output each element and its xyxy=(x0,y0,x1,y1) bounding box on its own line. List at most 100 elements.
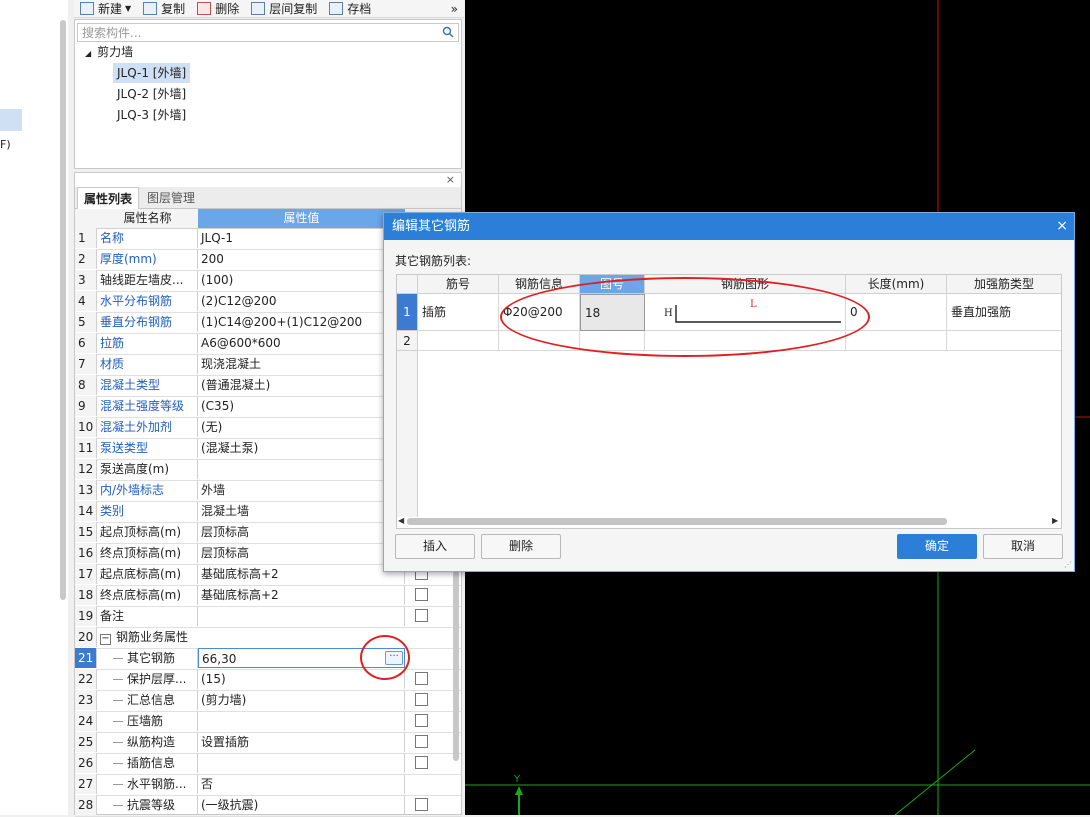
property-value[interactable]: (剪力墙) xyxy=(198,690,405,710)
cell-length[interactable] xyxy=(846,331,947,351)
scroll-right-arrow-icon[interactable]: ▶ xyxy=(1052,516,1058,525)
cancel-button[interactable]: 取消 xyxy=(983,534,1063,559)
collapse-triangle-icon[interactable]: ◢ xyxy=(85,49,91,58)
chevron-down-icon: ▼ xyxy=(125,4,132,13)
property-value[interactable]: (一级抗震) xyxy=(198,795,405,815)
property-value[interactable]: 现浇混凝土 xyxy=(198,354,405,374)
new-label: 新建 xyxy=(98,2,123,16)
property-name: 拉筋 xyxy=(97,333,198,353)
component-search-input[interactable] xyxy=(78,24,426,41)
properties-scrollbar[interactable] xyxy=(453,571,459,761)
tree-item-jlq-3[interactable]: JLQ-3 [外墙] xyxy=(113,105,190,125)
attach-checkbox[interactable] xyxy=(415,714,428,727)
attach-checkbox[interactable] xyxy=(415,672,428,685)
grid-horizontal-scrollbar[interactable] xyxy=(407,518,947,525)
property-name-text: 其它钢筋 xyxy=(127,651,176,665)
col-header-bar-no[interactable]: 筋号 xyxy=(418,275,499,294)
row-number: 21 xyxy=(75,648,97,668)
delete-button[interactable]: 删除 xyxy=(197,0,239,17)
save-button[interactable]: 存档 xyxy=(329,0,371,17)
cell-bar-no[interactable]: 插筋 xyxy=(418,294,499,331)
property-row[interactable]: 18 终点底标高(m) 基础底标高+2 xyxy=(75,585,461,607)
scroll-left-arrow-icon[interactable]: ◀ xyxy=(398,516,404,525)
attach-checkbox[interactable] xyxy=(415,756,428,769)
attach-checkbox[interactable] xyxy=(415,588,428,601)
property-row[interactable]: 28 抗震等级 (一级抗震) xyxy=(75,795,461,817)
row-number: 24 xyxy=(75,711,97,731)
tab-layer-management[interactable]: 图层管理 xyxy=(141,187,201,209)
copy-icon xyxy=(143,2,158,15)
property-value[interactable]: (普通混凝土) xyxy=(198,375,405,395)
property-value[interactable] xyxy=(198,711,405,731)
collapse-minus-icon[interactable]: − xyxy=(100,634,111,645)
cell-reinforcement-type[interactable] xyxy=(947,331,1061,351)
property-name: 名称 xyxy=(97,228,198,248)
property-row[interactable]: 27 水平钢筋... 否 xyxy=(75,774,461,796)
property-row[interactable]: 23 汇总信息 (剪力墙) xyxy=(75,690,461,712)
property-row[interactable]: 25 纵筋构造 设置插筋 xyxy=(75,732,461,754)
col-header-length[interactable]: 长度(mm) xyxy=(846,275,947,294)
property-value[interactable] xyxy=(198,606,405,626)
left-panel-scrollbar[interactable] xyxy=(60,20,66,600)
row-number: 3 xyxy=(75,270,97,290)
new-button[interactable]: 新建 ▼ xyxy=(80,0,131,17)
toolbar-more-button[interactable]: » xyxy=(451,2,458,16)
component-search-box xyxy=(77,23,459,42)
attach-checkbox[interactable] xyxy=(415,735,428,748)
property-value[interactable]: 层顶标高 xyxy=(198,543,405,563)
row-header-strip xyxy=(397,351,418,517)
property-value[interactable]: (C35) xyxy=(198,396,405,416)
tree-item-jlq-2[interactable]: JLQ-2 [外墙] xyxy=(113,84,190,104)
row-number: 25 xyxy=(75,732,97,752)
property-value[interactable]: 基础底标高+2 xyxy=(198,564,405,584)
resize-grip-icon[interactable]: ⋰ xyxy=(1064,560,1072,569)
properties-close-icon[interactable]: × xyxy=(446,173,455,186)
tree-group-shear-wall[interactable]: ◢ 剪力墙 xyxy=(85,42,133,62)
attach-checkbox[interactable] xyxy=(415,693,428,706)
row-number: 1 xyxy=(75,228,97,248)
property-value[interactable]: 基础底标高+2 xyxy=(198,585,405,605)
property-value[interactable]: 否 xyxy=(198,774,405,794)
dialog-title-bar[interactable]: 编辑其它钢筋 × xyxy=(384,213,1074,240)
property-value[interactable]: JLQ-1 xyxy=(198,228,405,248)
insert-button[interactable]: 插入 xyxy=(395,534,475,559)
ok-button[interactable]: 确定 xyxy=(897,534,977,559)
property-name: 混凝土外加剂 xyxy=(97,417,198,437)
col-header-reinforcement-type[interactable]: 加强筋类型 xyxy=(947,275,1061,294)
property-value[interactable]: (无) xyxy=(198,417,405,437)
dialog-close-icon[interactable]: × xyxy=(1056,213,1068,240)
property-value[interactable]: 设置插筋 xyxy=(198,732,405,752)
property-value[interactable]: 200 xyxy=(198,249,405,269)
property-value[interactable]: 外墙 xyxy=(198,480,405,500)
cell-reinforcement-type[interactable]: 垂直加强筋 xyxy=(947,294,1061,331)
property-value[interactable]: (2)C12@200 xyxy=(198,291,405,311)
property-row[interactable]: 26 插筋信息 xyxy=(75,753,461,775)
property-row[interactable]: 24 压墙筋 xyxy=(75,711,461,733)
property-value[interactable] xyxy=(198,753,405,773)
cell-bar-no[interactable] xyxy=(418,331,499,351)
tree-item-jlq-1[interactable]: JLQ-1 [外墙] xyxy=(113,63,191,83)
delete-row-button[interactable]: 删除 xyxy=(481,534,561,559)
property-value[interactable]: 混凝土墙 xyxy=(198,501,405,521)
property-value[interactable]: (100) xyxy=(198,270,405,290)
floor-copy-button[interactable]: 层间复制 xyxy=(251,0,317,17)
search-icon[interactable] xyxy=(442,26,454,38)
property-value[interactable] xyxy=(198,459,405,479)
grid-row-number[interactable]: 2 xyxy=(397,331,418,351)
property-value[interactable]: (混凝土泵) xyxy=(198,438,405,458)
attach-checkbox[interactable] xyxy=(415,798,428,811)
property-row[interactable]: 19 备注 xyxy=(75,606,461,628)
tree-line xyxy=(113,721,123,722)
row-number: 23 xyxy=(75,690,97,710)
property-name: 混凝土强度等级 xyxy=(97,396,198,416)
copy-button[interactable]: 复制 xyxy=(143,0,185,17)
left-panel-selected-item[interactable] xyxy=(0,109,22,131)
property-value[interactable]: 层顶标高 xyxy=(198,522,405,542)
property-value[interactable]: A6@600*600 xyxy=(198,333,405,353)
tree-line xyxy=(113,679,123,680)
tab-property-list[interactable]: 属性列表 xyxy=(77,187,140,210)
attach-checkbox[interactable] xyxy=(415,609,428,622)
properties-tabs: 属性列表 图层管理 xyxy=(75,187,461,210)
grid-row-number[interactable]: 1 xyxy=(397,294,418,331)
property-value[interactable]: (1)C14@200+(1)C12@200 xyxy=(198,312,405,332)
